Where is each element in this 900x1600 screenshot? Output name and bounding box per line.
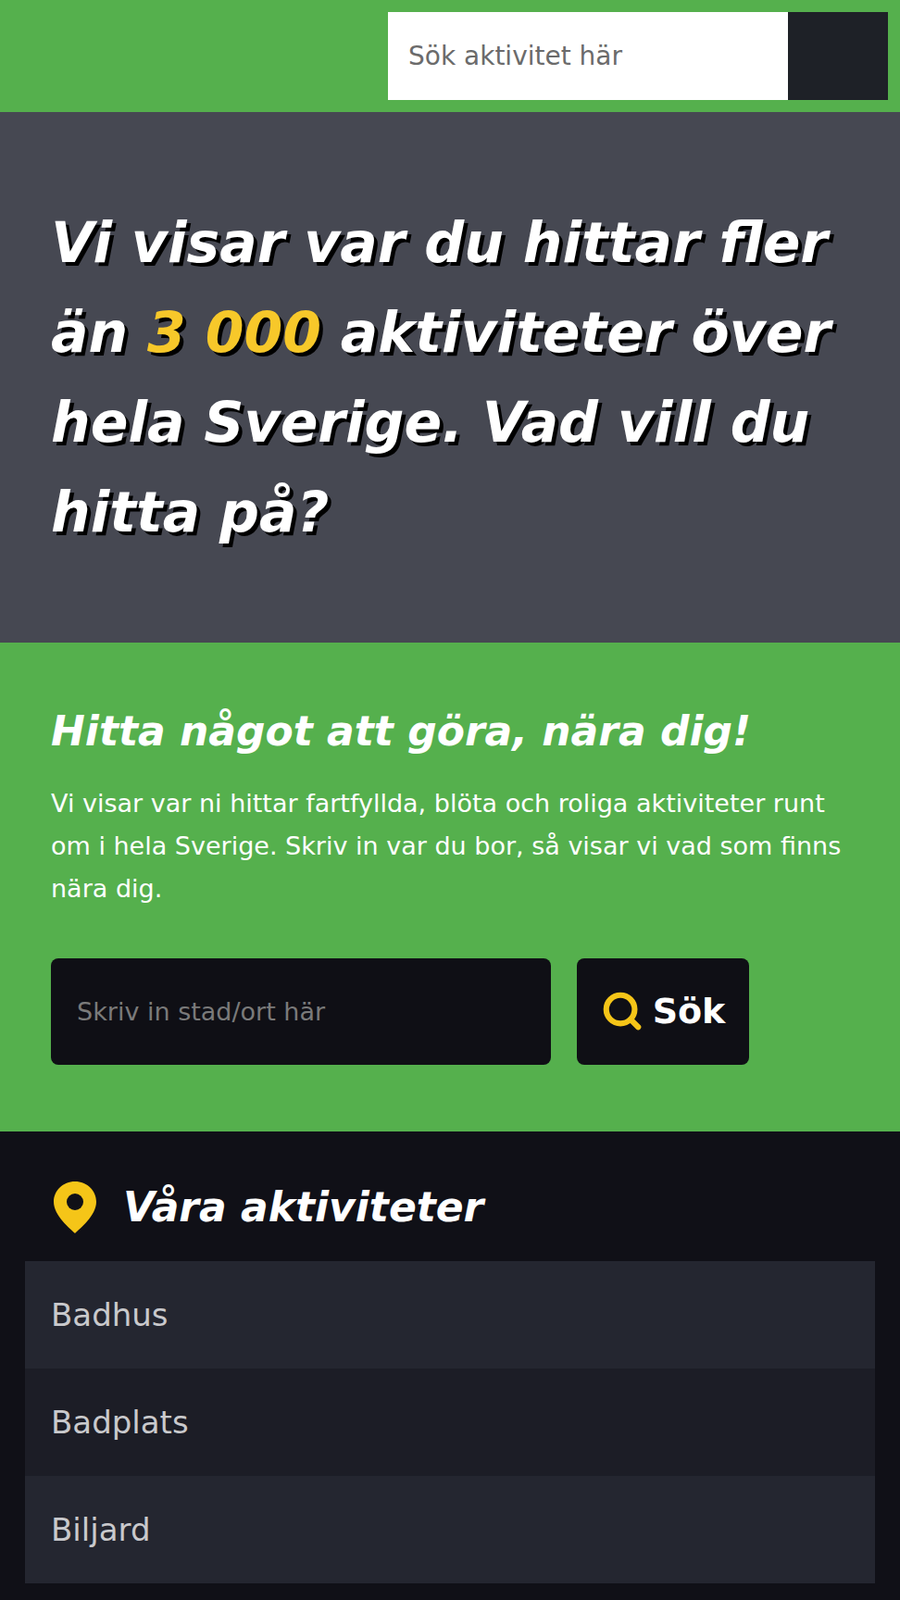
intro: Hitta något att göra, nära dig! Vi visar … bbox=[0, 642, 900, 1132]
activity-search-input[interactable] bbox=[387, 12, 788, 100]
activities: Våra aktiviteter BadhusBadplatsBiljard bbox=[0, 1131, 900, 1584]
activity-item[interactable]: Badplats bbox=[25, 1368, 875, 1476]
hero: Vi visar var du hittar fler än 3 000 akt… bbox=[0, 112, 900, 643]
activity-item[interactable]: Biljard bbox=[25, 1475, 875, 1584]
top-bar bbox=[0, 0, 900, 113]
activity-search bbox=[387, 12, 888, 100]
activities-heading: Våra aktiviteter bbox=[25, 1179, 875, 1262]
search-button-label: Sök bbox=[652, 990, 726, 1032]
city-input[interactable] bbox=[50, 958, 551, 1065]
map-pin-icon bbox=[50, 1179, 100, 1236]
search-button[interactable]: Sök bbox=[576, 958, 750, 1065]
city-search: Sök bbox=[50, 958, 850, 1065]
activity-count: 3 000 bbox=[147, 300, 322, 365]
hero-title: Vi visar var du hittar fler än 3 000 akt… bbox=[50, 198, 854, 558]
intro-text: Vi visar var ni hittar fartfyllda, blöta… bbox=[50, 782, 850, 911]
activity-list: BadhusBadplatsBiljard bbox=[25, 1261, 875, 1584]
intro-title: Hitta något att göra, nära dig! bbox=[50, 707, 850, 757]
activities-title: Våra aktiviteter bbox=[123, 1183, 484, 1231]
search-icon bbox=[600, 989, 644, 1033]
activity-item[interactable]: Badhus bbox=[25, 1261, 875, 1369]
activity-search-button[interactable] bbox=[787, 12, 888, 100]
page: Vi visar var du hittar fler än 3 000 akt… bbox=[0, 0, 900, 1600]
